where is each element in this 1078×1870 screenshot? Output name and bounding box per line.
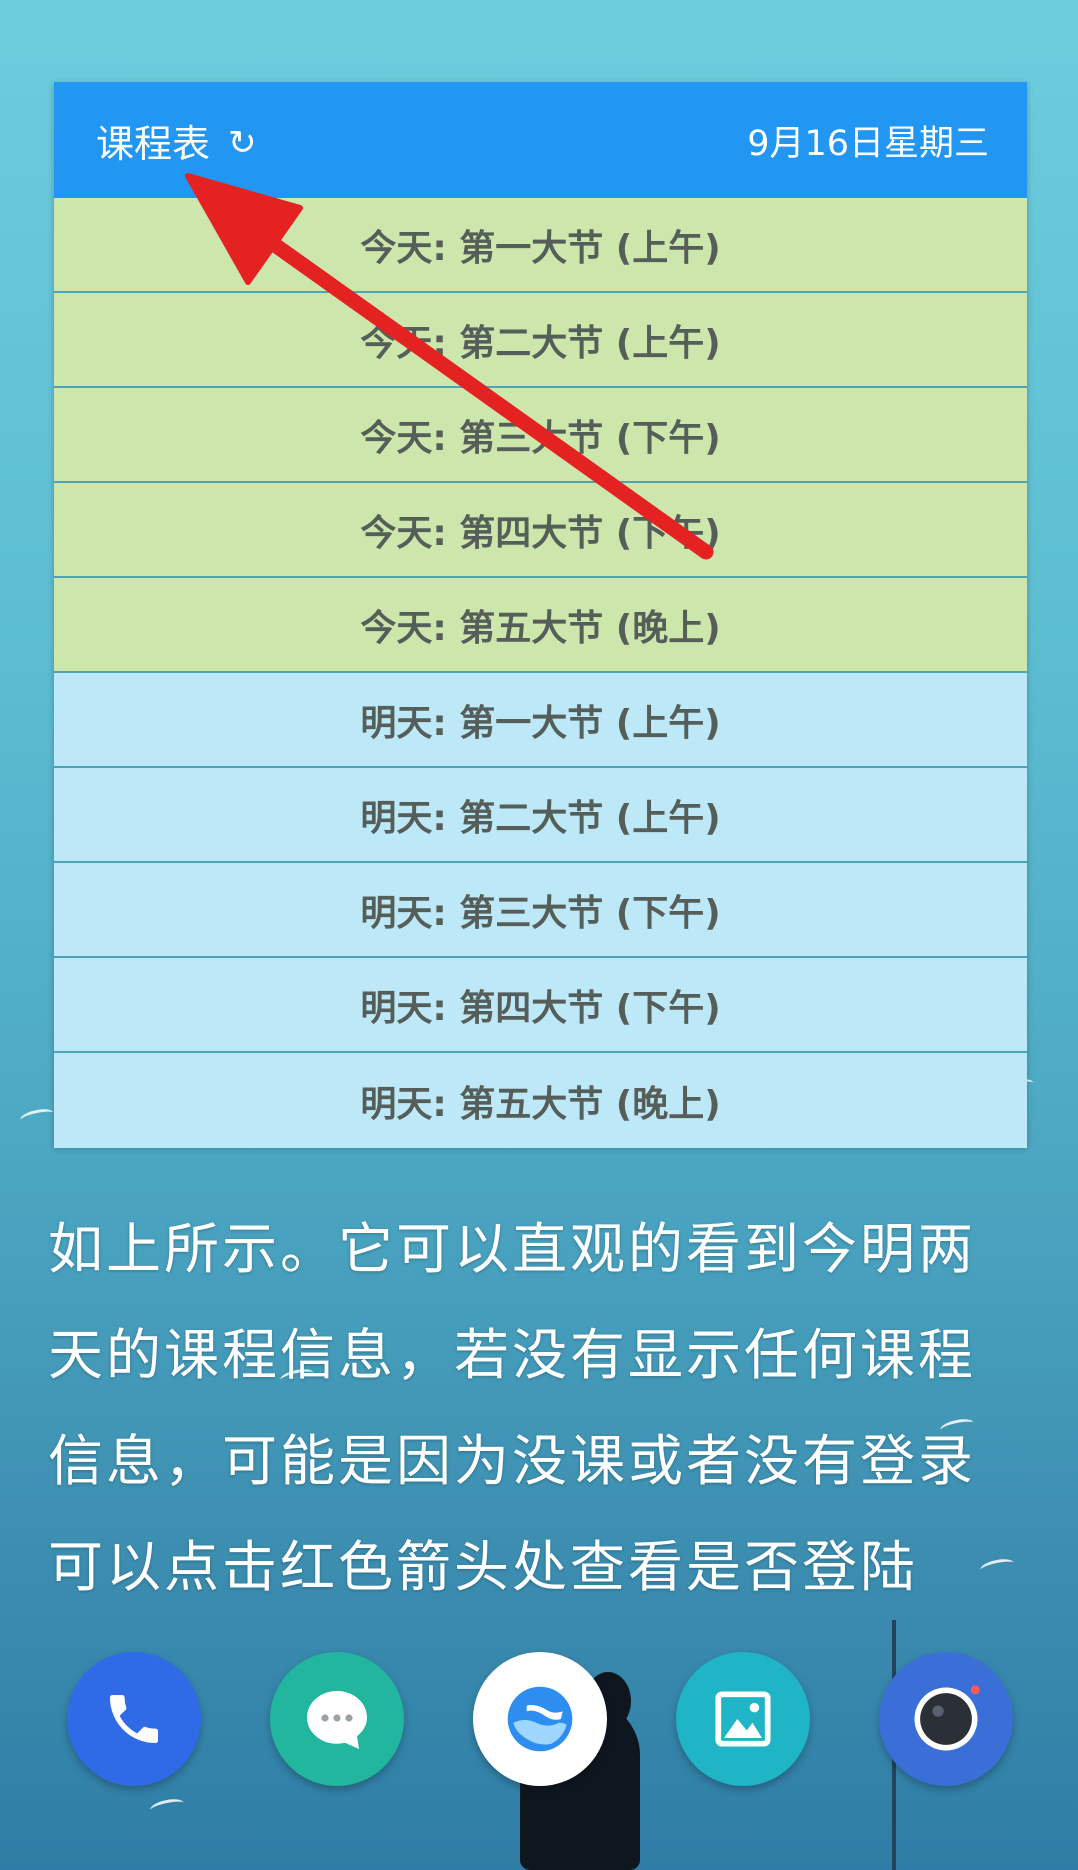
caption-line: 天的课程信息，若没有显示任何课程 <box>48 1323 977 1387</box>
phone-icon <box>110 1695 158 1743</box>
today-class-row[interactable]: 今天: 第四大节 (下午) <box>54 483 1027 578</box>
camera-icon <box>914 1685 980 1751</box>
widget-title-group[interactable]: 课程表 ↻ <box>96 113 257 168</box>
today-class-row[interactable]: 今天: 第一大节 (上午) <box>54 198 1027 293</box>
timetable-widget[interactable]: 课程表 ↻ 9月16日星期三 今天: 第一大节 (上午) 今天: 第二大节 (上… <box>54 82 1027 1148</box>
browser-icon <box>507 1686 573 1752</box>
browser-app-icon[interactable] <box>473 1652 607 1786</box>
caption-line: 如上所示。它可以直观的看到今明两 <box>48 1217 977 1281</box>
widget-header: 课程表 ↻ 9月16日星期三 <box>54 82 1027 198</box>
widget-date: 9月16日星期三 <box>747 123 989 164</box>
tomorrow-class-row[interactable]: 明天: 第二大节 (上午) <box>54 768 1027 863</box>
wallpaper-bird <box>19 1106 55 1127</box>
today-class-row[interactable]: 今天: 第五大节 (晚上) <box>54 578 1027 673</box>
widget-title[interactable]: 课程表 <box>96 113 210 168</box>
caption-text: 如上所示。它可以直观的看到今明两 天的课程信息，若没有显示任何课程 信息，可能是… <box>48 1196 1048 1620</box>
messages-app-icon[interactable] <box>270 1652 404 1786</box>
tomorrow-class-row[interactable]: 明天: 第一大节 (上午) <box>54 673 1027 768</box>
gallery-app-icon[interactable] <box>676 1652 810 1786</box>
gallery-icon <box>715 1691 771 1747</box>
messages-icon <box>307 1691 367 1749</box>
camera-app-icon[interactable] <box>879 1652 1013 1786</box>
tomorrow-class-row[interactable]: 明天: 第三大节 (下午) <box>54 863 1027 958</box>
wallpaper-bird <box>149 1796 185 1817</box>
today-class-row[interactable]: 今天: 第三大节 (下午) <box>54 388 1027 483</box>
caption-line: 信息，可能是因为没课或者没有登录 <box>48 1429 977 1493</box>
tomorrow-class-row[interactable]: 明天: 第四大节 (下午) <box>54 958 1027 1053</box>
refresh-icon[interactable]: ↻ <box>228 126 257 160</box>
caption-line: 可以点击红色箭头处查看是否登陆 <box>48 1535 919 1599</box>
tomorrow-class-row[interactable]: 明天: 第五大节 (晚上) <box>54 1053 1027 1148</box>
today-class-row[interactable]: 今天: 第二大节 (上午) <box>54 293 1027 388</box>
phone-app-icon[interactable] <box>67 1652 201 1786</box>
